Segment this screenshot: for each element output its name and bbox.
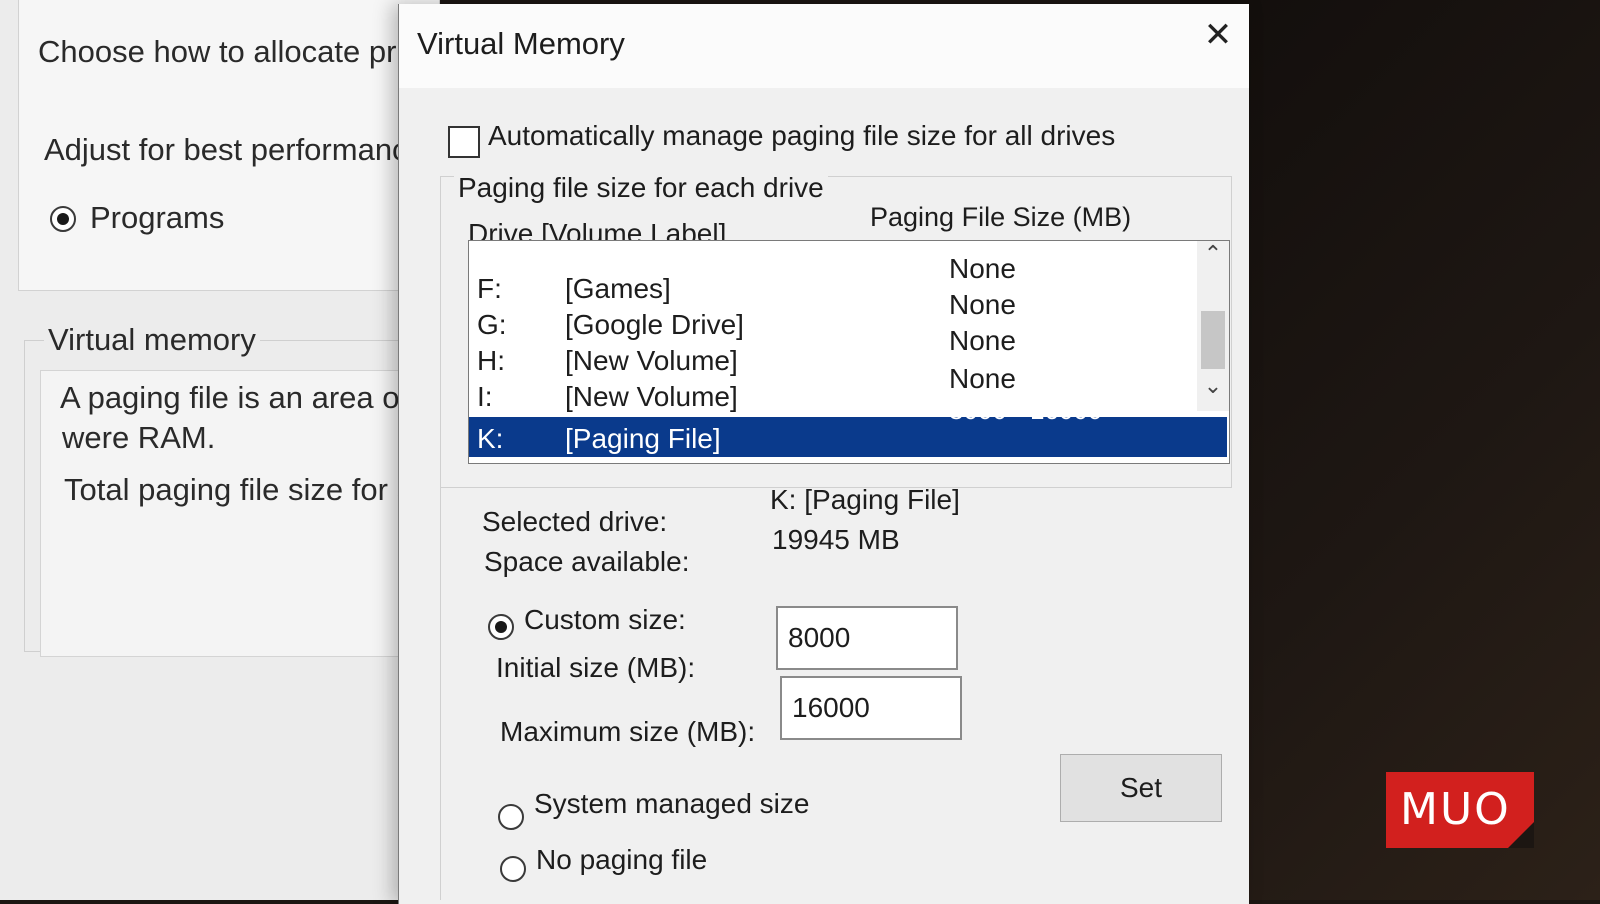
muo-logo: MUO <box>1386 772 1534 848</box>
list-item[interactable]: F: [Games] None <box>469 253 1197 305</box>
drive-letter: F: <box>477 273 502 304</box>
space-available-label: Space available: <box>484 546 690 577</box>
drive-letter: K: <box>477 423 504 454</box>
maximum-size-input[interactable] <box>780 676 962 740</box>
volume-label: [Google Drive] <box>565 309 744 340</box>
volume-label: [Games] <box>565 273 671 304</box>
performance-options-window: Choose how to allocate pr Adjust for bes… <box>0 0 440 900</box>
auto-manage-checkbox[interactable] <box>448 126 480 158</box>
dialog-title: Virtual Memory <box>417 26 625 61</box>
scroll-thumb[interactable] <box>1201 311 1225 369</box>
paging-size: None <box>949 325 1016 356</box>
list-scrollbar[interactable]: ⌃ ⌄ <box>1197 241 1229 411</box>
processor-scheduling-description: Choose how to allocate pr <box>38 34 397 69</box>
close-icon[interactable]: ✕ <box>1195 12 1241 58</box>
system-managed-label: System managed size <box>534 788 810 819</box>
title-bar: Virtual Memory ✕ <box>399 4 1249 88</box>
drive-letter: H: <box>477 345 505 376</box>
radio-selected-dot <box>57 213 69 225</box>
chevron-up-icon[interactable]: ⌃ <box>1197 241 1229 271</box>
volume-label: [New Volume] <box>565 381 738 412</box>
maximum-size-label: Maximum size (MB): <box>500 716 756 747</box>
adjust-performance-text: Adjust for best performanc <box>44 132 408 167</box>
drive-list[interactable]: F: [Games] None G: [Google Drive] None H… <box>468 240 1230 464</box>
paging-size: None <box>949 289 1016 320</box>
custom-size-radio[interactable] <box>488 614 514 640</box>
auto-manage-label: Automatically manage paging file size fo… <box>488 120 1116 151</box>
paging-size: 8000 - 16000 <box>949 395 1103 425</box>
virtual-memory-heading: Virtual memory <box>44 322 260 358</box>
list-item-selected[interactable]: K: [Paging File] 8000 - 16000 <box>469 395 1227 457</box>
volume-label: [New Volume] <box>565 345 738 376</box>
no-paging-radio[interactable] <box>500 856 526 882</box>
paging-description-line2: were RAM. <box>62 420 216 455</box>
list-item[interactable]: G: [Google Drive] None <box>469 289 1197 341</box>
no-paging-label: No paging file <box>536 844 708 875</box>
volume-label: [Paging File] <box>565 423 721 454</box>
paging-description-line1: A paging file is an area on <box>60 380 417 415</box>
programs-radio[interactable] <box>50 206 76 232</box>
selected-drive-label: Selected drive: <box>482 506 668 537</box>
column-header-size: Paging File Size (MB) <box>870 202 1132 232</box>
programs-label: Programs <box>90 200 225 235</box>
list-item[interactable]: H: [New Volume] None <box>469 325 1197 377</box>
space-available-value: 19945 MB <box>772 524 900 555</box>
total-paging-size-text: Total paging file size for all <box>64 472 428 507</box>
logo-text: MUO <box>1400 784 1511 835</box>
paging-size: None <box>949 253 1016 284</box>
drive-letter: I: <box>477 381 493 412</box>
selected-drive-value: K: [Paging File] <box>770 484 960 515</box>
drive-letter: G: <box>477 309 507 340</box>
paging-size: None <box>949 363 1016 394</box>
set-button[interactable]: Set <box>1060 754 1222 822</box>
initial-size-input[interactable] <box>776 606 958 670</box>
chevron-down-icon[interactable]: ⌄ <box>1197 373 1229 403</box>
paging-group-label: Paging file size for each drive <box>454 172 828 204</box>
initial-size-label: Initial size (MB): <box>496 652 696 683</box>
radio-selected-dot <box>495 621 507 633</box>
custom-size-label: Custom size: <box>524 604 686 635</box>
system-managed-radio[interactable] <box>498 804 524 830</box>
